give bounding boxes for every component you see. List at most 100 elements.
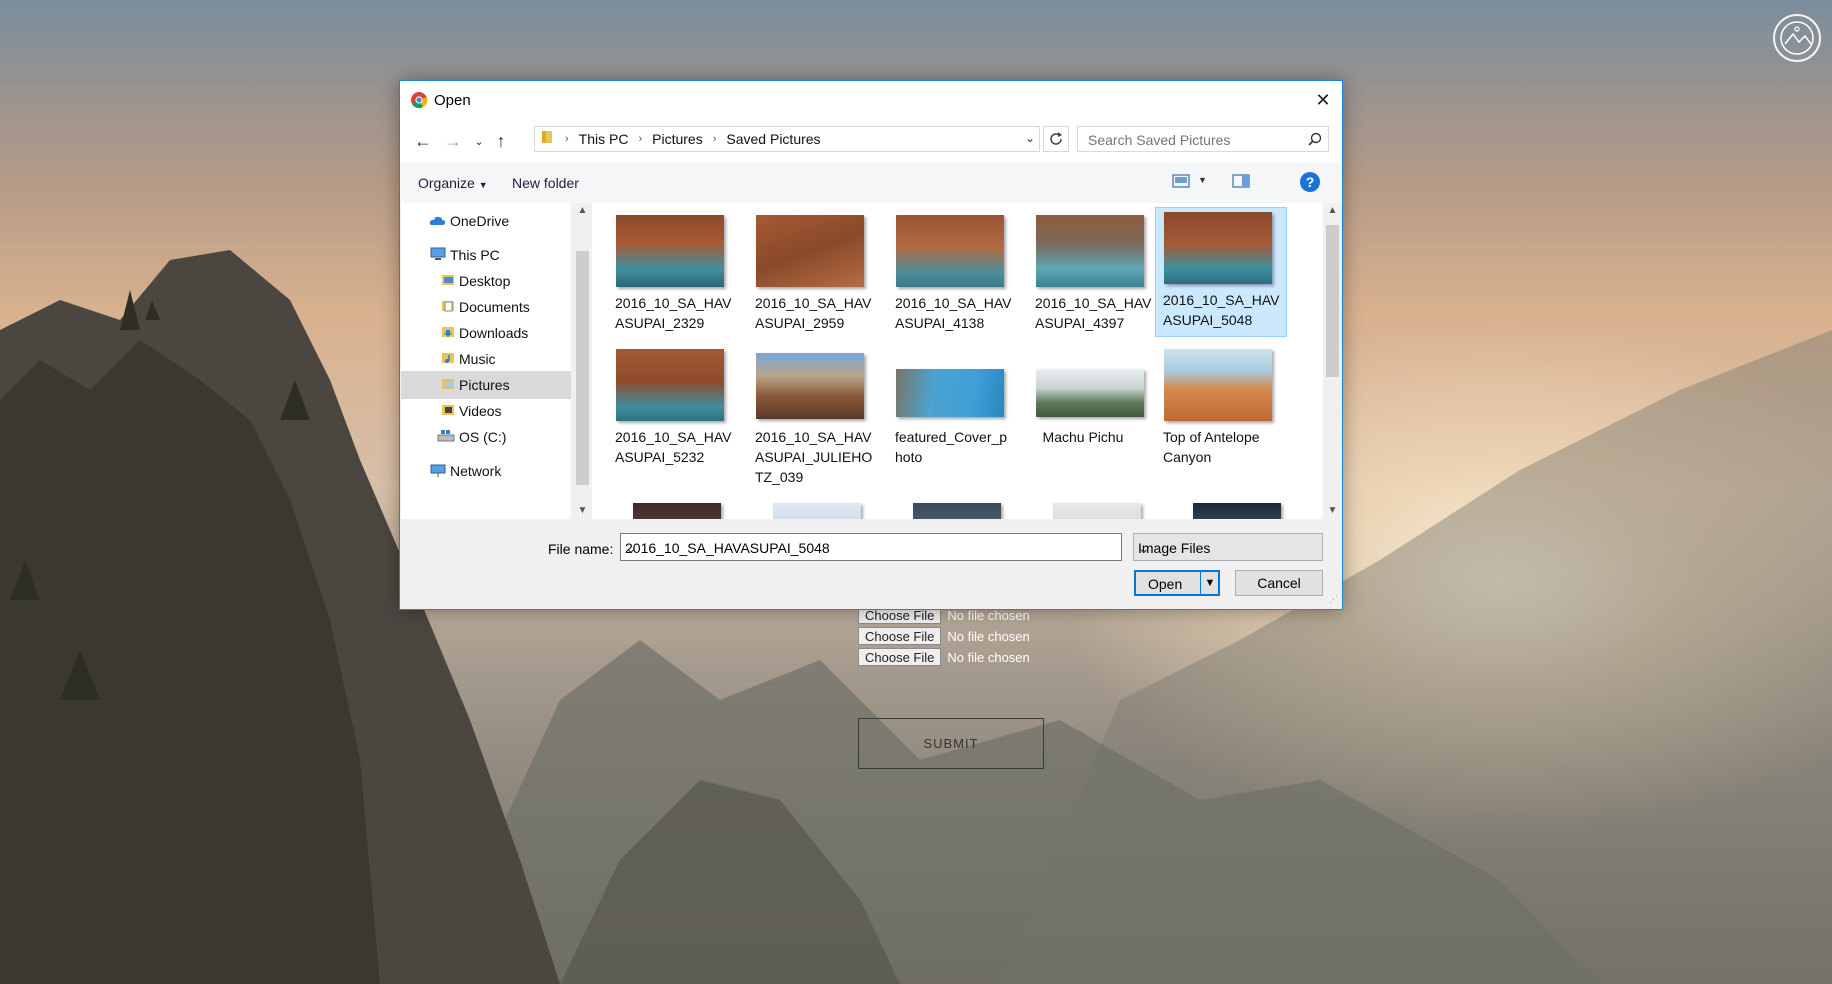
file-name: 2016_10_SA_HAV ASUPAI_5232	[615, 429, 732, 465]
image-thumbnail	[1036, 369, 1144, 417]
view-options-chevron-icon[interactable]: ▼	[1198, 175, 1207, 185]
image-thumbnail	[896, 369, 1004, 417]
file-item[interactable]: 2016_10_SA_HAV ASUPAI_JULIEHO TZ_039	[735, 343, 872, 485]
cancel-button[interactable]: Cancel	[1235, 570, 1323, 596]
image-thumbnail	[756, 215, 864, 287]
file-name: 2016_10_SA_HAV ASUPAI_4138	[895, 295, 1012, 331]
image-thumbnail	[1036, 215, 1144, 287]
image-thumbnail[interactable]	[1053, 503, 1141, 519]
nav-item-pictures[interactable]: Pictures	[401, 371, 571, 399]
breadcrumb-saved-pictures[interactable]: Saved Pictures	[726, 131, 820, 147]
help-icon[interactable]: ?	[1300, 172, 1320, 192]
nav-label: Network	[450, 463, 502, 479]
file-name: 2016_10_SA_HAV ASUPAI_5048	[1163, 292, 1280, 328]
file-name: featured_Cover_p hoto	[895, 429, 1008, 465]
chevron-down-icon[interactable]: ⌄	[1025, 131, 1035, 145]
file-list: 2016_10_SA_HAV ASUPAI_2329 2016_10_SA_HAV…	[592, 203, 1323, 519]
nav-item-documents[interactable]: Documents	[401, 293, 571, 321]
file-item[interactable]: 2016_10_SA_HAV ASUPAI_2959	[735, 209, 872, 343]
file-item[interactable]: 2016_10_SA_HAV ASUPAI_2329	[595, 209, 732, 343]
file-type-select[interactable]: Image Files ⌄	[1133, 533, 1323, 561]
pictures-icon	[441, 377, 455, 394]
dialog-title: Open	[434, 92, 471, 109]
nav-label: OneDrive	[450, 213, 510, 229]
image-thumbnail[interactable]	[1193, 503, 1281, 519]
forward-arrow-icon[interactable]: →	[442, 129, 464, 153]
dialog-footer: File name: 2016_10_SA_HAVASUPAI_5048 ⌄ I…	[400, 519, 1342, 609]
scroll-up-icon[interactable]: ▲	[574, 203, 591, 219]
file-item[interactable]: 2016_10_SA_HAV ASUPAI_4138	[875, 209, 1012, 343]
file-item[interactable]: Top of Antelope Canyon	[1155, 343, 1279, 477]
nav-item-os-c[interactable]: OS (C:)	[401, 423, 571, 451]
organize-menu[interactable]: Organize ▼	[418, 175, 488, 191]
file-input-row-3: Choose File No file chosen	[858, 648, 1030, 666]
recent-locations-chevron-icon[interactable]: ⌄	[468, 129, 490, 153]
computer-icon	[429, 247, 447, 264]
scroll-down-icon[interactable]: ▼	[574, 503, 591, 519]
choose-file-button[interactable]: Choose File	[858, 627, 942, 645]
open-button[interactable]: Open ▼	[1134, 570, 1220, 596]
open-button-label: Open	[1148, 576, 1183, 592]
dialog-titlebar: Open ✕	[400, 81, 1342, 119]
breadcrumb-this-pc[interactable]: This PC	[579, 131, 629, 147]
scrollbar-thumb[interactable]	[1326, 225, 1339, 377]
image-thumbnail[interactable]	[633, 503, 721, 519]
back-arrow-icon[interactable]: ←	[412, 129, 434, 153]
nav-label: Videos	[459, 403, 502, 419]
site-logo-icon[interactable]	[1773, 14, 1821, 62]
address-row: ← → ⌄ ↑ › This PC › Pictures › Saved Pic…	[400, 119, 1342, 163]
folder-icon	[441, 273, 455, 290]
scrollbar-thumb[interactable]	[576, 251, 589, 485]
close-icon[interactable]: ✕	[1312, 89, 1334, 111]
file-item[interactable]: 2016_10_SA_HAV ASUPAI_4397	[1015, 209, 1152, 343]
nav-label: Downloads	[459, 325, 529, 341]
folder-icon	[541, 130, 553, 149]
scroll-down-icon[interactable]: ▼	[1324, 503, 1341, 519]
image-thumbnail[interactable]	[773, 503, 861, 519]
documents-icon	[441, 299, 455, 316]
new-folder-button[interactable]: New folder	[512, 175, 579, 191]
caret-down-icon: ▼	[478, 180, 488, 190]
file-item[interactable]: Machu Pichu	[1015, 343, 1144, 477]
nav-item-music[interactable]: Music	[401, 345, 571, 373]
refresh-icon[interactable]	[1043, 126, 1069, 152]
search-box[interactable]	[1077, 126, 1329, 152]
breadcrumb-pictures[interactable]: Pictures	[652, 131, 703, 147]
downloads-icon	[441, 325, 455, 342]
file-list-scrollbar[interactable]: ▲ ▼	[1324, 203, 1341, 519]
music-icon	[441, 351, 455, 368]
file-item[interactable]: featured_Cover_p hoto	[875, 343, 1007, 477]
image-thumbnail[interactable]	[913, 503, 1001, 519]
chevron-right-icon: ›	[565, 133, 569, 145]
choose-file-button[interactable]: Choose File	[858, 648, 942, 666]
nav-pane-scrollbar[interactable]: ▲ ▼	[574, 203, 591, 519]
chevron-down-icon[interactable]: ⌄	[1138, 540, 1314, 557]
nav-item-this-pc[interactable]: This PC	[401, 241, 571, 269]
file-item[interactable]: 2016_10_SA_HAV ASUPAI_5232	[595, 343, 732, 477]
nav-item-onedrive[interactable]: OneDrive	[401, 207, 571, 235]
file-item-selected[interactable]: 2016_10_SA_HAV ASUPAI_5048	[1155, 207, 1287, 337]
submit-button[interactable]: SUBMIT	[858, 718, 1044, 769]
nav-item-videos[interactable]: Videos	[401, 397, 571, 425]
up-arrow-icon[interactable]: ↑	[490, 129, 512, 153]
scroll-up-icon[interactable]: ▲	[1324, 203, 1341, 219]
file-name-field[interactable]: 2016_10_SA_HAVASUPAI_5048 ⌄	[620, 533, 1122, 561]
search-input[interactable]	[1086, 131, 1300, 149]
search-icon[interactable]	[1308, 132, 1322, 151]
chevron-right-icon: ›	[638, 133, 643, 145]
open-options-dropdown-icon[interactable]: ▼	[1200, 572, 1219, 594]
nav-label: Desktop	[459, 273, 511, 289]
nav-label: Documents	[459, 299, 530, 315]
file-name: 2016_10_SA_HAV ASUPAI_4397	[1035, 295, 1152, 331]
chevron-down-icon[interactable]: ⌄	[625, 540, 1115, 557]
nav-item-network[interactable]: Network	[401, 457, 571, 485]
no-file-label: No file chosen	[947, 628, 1030, 644]
chevron-right-icon: ›	[712, 133, 717, 145]
change-view-icon[interactable]	[1172, 173, 1192, 194]
address-bar[interactable]: › This PC › Pictures › Saved Pictures ⌄	[534, 126, 1040, 152]
nav-item-downloads[interactable]: Downloads	[401, 319, 571, 347]
resize-grip-icon[interactable]: ⋰	[1329, 594, 1338, 605]
file-input-row-2: Choose File No file chosen	[858, 627, 1030, 645]
nav-item-desktop[interactable]: Desktop	[401, 267, 571, 295]
preview-pane-icon[interactable]	[1232, 173, 1250, 194]
